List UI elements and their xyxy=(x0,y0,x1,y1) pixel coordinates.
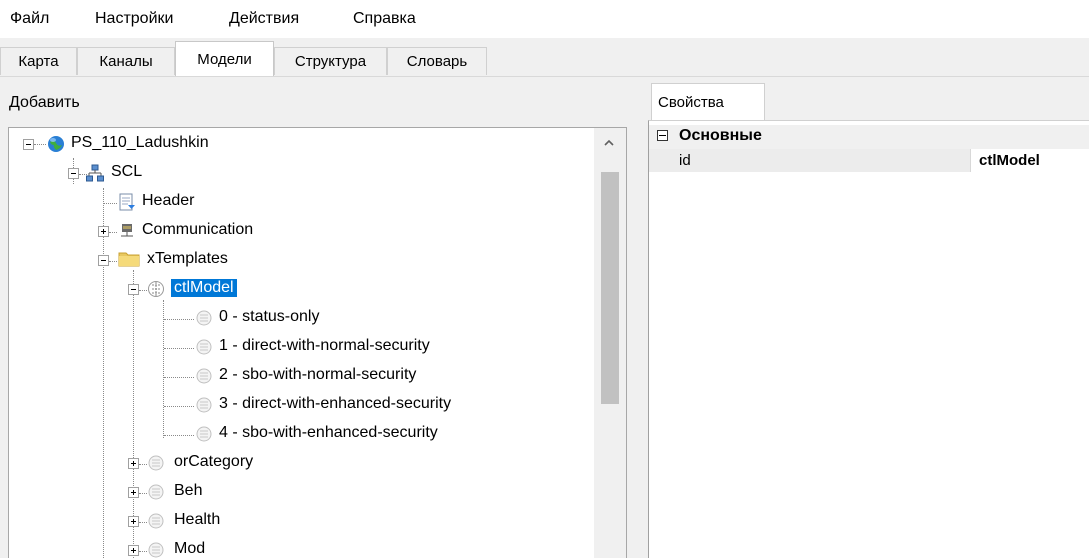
enum-icon xyxy=(148,455,164,471)
tree-node-sibling[interactable]: Mod xyxy=(9,538,589,558)
tree-label-enum-value: 2 - sbo-with-normal-security xyxy=(219,366,417,383)
network-port-icon xyxy=(121,224,133,237)
document-icon xyxy=(119,193,135,211)
property-grid: Основные id ctlModel xyxy=(648,120,1089,558)
enum-icon xyxy=(148,281,164,297)
enum-value-icon xyxy=(196,339,212,355)
model-tree-pane: Добавить PS_110_Ladushkin SCL Header Com… xyxy=(0,77,634,558)
tree-node-header[interactable]: Header xyxy=(9,190,589,214)
tree-node-sibling[interactable]: orCategory xyxy=(9,451,589,475)
menu-help[interactable]: Справка xyxy=(353,10,416,28)
tree-node-sibling[interactable]: Beh xyxy=(9,480,589,504)
menu-file[interactable]: Файл xyxy=(10,10,49,28)
tree-label-templates: xTemplates xyxy=(147,250,228,267)
tree-node-communication[interactable]: Communication xyxy=(9,219,589,243)
expand-toggle[interactable] xyxy=(128,487,139,498)
tree-label-communication: Communication xyxy=(142,221,254,238)
enum-value-icon xyxy=(196,426,212,442)
enum-icon xyxy=(148,484,164,500)
enum-value-icon xyxy=(196,368,212,384)
menu-actions[interactable]: Действия xyxy=(229,10,299,28)
tree-label-scl: SCL xyxy=(111,163,143,180)
add-button[interactable]: Добавить xyxy=(9,94,80,112)
model-tree[interactable]: PS_110_Ladushkin SCL Header Communicatio… xyxy=(8,127,627,558)
tree-label-sibling: orCategory xyxy=(174,453,254,470)
collapse-toggle[interactable] xyxy=(98,255,109,266)
tree-node-enum-value[interactable]: 0 - status-only xyxy=(9,306,589,330)
tree-label-sibling: Health xyxy=(174,511,221,528)
expand-toggle[interactable] xyxy=(128,545,139,556)
menu-bar: Файл Настройки Действия Справка xyxy=(0,0,1089,38)
property-name: id xyxy=(649,149,971,172)
tree-label-header: Header xyxy=(142,192,195,209)
tree-label-enum-value: 3 - direct-with-enhanced-security xyxy=(219,395,452,412)
property-category[interactable]: Основные xyxy=(649,125,1089,149)
network-icon xyxy=(86,164,104,182)
property-row[interactable]: id ctlModel xyxy=(649,149,1089,172)
collapse-toggle[interactable] xyxy=(128,284,139,295)
tree-label-sibling: Mod xyxy=(174,540,206,557)
tree-node-enum-value[interactable]: 2 - sbo-with-normal-security xyxy=(9,364,589,388)
tree-label-sibling: Beh xyxy=(174,482,203,499)
tree-node-enum-value[interactable]: 1 - direct-with-normal-security xyxy=(9,335,589,359)
tree-node-enum-value[interactable]: 3 - direct-with-enhanced-security xyxy=(9,393,589,417)
tree-node-sibling[interactable]: Health xyxy=(9,509,589,533)
tab-models[interactable]: Модели xyxy=(175,41,274,76)
enum-icon xyxy=(148,513,164,529)
expand-toggle[interactable] xyxy=(98,226,109,237)
main-tabstrip: Карта Каналы Модели Структура Словарь xyxy=(0,38,1089,77)
property-value[interactable]: ctlModel xyxy=(972,149,1089,172)
enum-value-icon xyxy=(196,397,212,413)
tree-label-enum-value: 1 - direct-with-normal-security xyxy=(219,337,430,354)
tab-channels[interactable]: Каналы xyxy=(77,47,175,75)
tab-properties[interactable]: Свойства xyxy=(651,83,765,120)
tree-scrollbar[interactable] xyxy=(594,128,626,558)
tree-label-enum-value: 0 - status-only xyxy=(219,308,320,325)
tab-map[interactable]: Карта xyxy=(0,47,77,75)
tree-label-ctlmodel: ctlModel xyxy=(171,279,237,297)
scroll-up-arrow-icon[interactable] xyxy=(602,136,616,150)
tree-node-ctlmodel[interactable]: ctlModel xyxy=(9,277,589,301)
enum-value-icon xyxy=(196,310,212,326)
globe-icon xyxy=(48,136,64,152)
tree-node-scl[interactable]: SCL xyxy=(9,161,589,185)
folder-icon xyxy=(118,252,140,267)
tree-label-root: PS_110_Ladushkin xyxy=(71,134,209,151)
collapse-toggle[interactable] xyxy=(23,139,34,150)
category-label: Основные xyxy=(679,127,762,144)
tab-dictionary[interactable]: Словарь xyxy=(387,47,487,75)
tab-structure[interactable]: Структура xyxy=(274,47,387,75)
tree-node-root[interactable]: PS_110_Ladushkin xyxy=(9,132,589,156)
tree-node-enum-value[interactable]: 4 - sbo-with-enhanced-security xyxy=(9,422,589,446)
scrollbar-thumb[interactable] xyxy=(601,172,619,404)
tree-node-templates[interactable]: xTemplates xyxy=(9,248,589,272)
category-collapse-icon[interactable] xyxy=(657,130,668,141)
enum-icon xyxy=(148,542,164,558)
properties-pane: Свойства Основные id ctlModel xyxy=(648,77,1089,558)
expand-toggle[interactable] xyxy=(128,516,139,527)
expand-toggle[interactable] xyxy=(128,458,139,469)
tree-label-enum-value: 4 - sbo-with-enhanced-security xyxy=(219,424,438,441)
menu-settings[interactable]: Настройки xyxy=(95,10,173,28)
collapse-toggle[interactable] xyxy=(68,168,79,179)
pane-splitter[interactable] xyxy=(634,77,648,557)
